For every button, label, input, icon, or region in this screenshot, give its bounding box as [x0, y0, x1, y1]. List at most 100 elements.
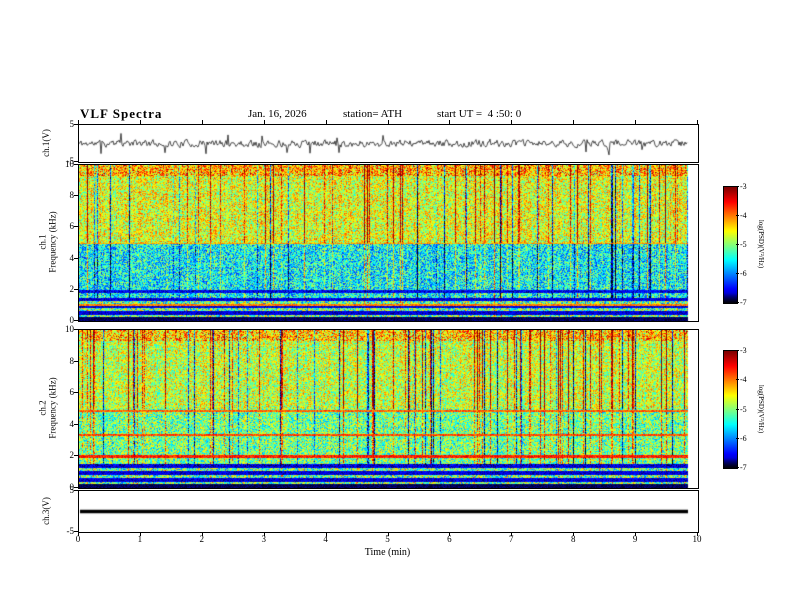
x-tick-mark-top: [573, 120, 575, 124]
colorbar-ch1-label: log(PSD)(V²/Hz): [755, 186, 767, 302]
colorbar-tick-mark: [736, 273, 739, 274]
colorbar-ch2: [723, 350, 738, 469]
ch3-waveform-canvas: [79, 491, 698, 532]
colorbar-ch2-canvas: [724, 351, 737, 468]
figure-date: Jan. 16, 2026: [248, 108, 307, 120]
colorbar-tick-label: -7: [740, 463, 747, 472]
x-tick-mark: [697, 532, 698, 536]
vlf-spectra-figure: VLF Spectra Jan. 16, 2026 station= ATH s…: [0, 0, 792, 612]
x-tick-mark: [325, 532, 327, 536]
x-tick-mark-top: [78, 120, 79, 124]
x-tick-mark: [635, 532, 637, 536]
colorbar-tick-mark: [736, 467, 739, 468]
ylabel-ch1-channel-text: ch.1: [38, 234, 49, 250]
ch2-spectrogram-canvas: [79, 330, 698, 488]
ylabel-ch3-voltage: ch.3(V): [34, 490, 58, 531]
x-tick-mark-top: [635, 120, 637, 124]
colorbar-tick-mark: [736, 215, 739, 216]
colorbar-ch1: [723, 186, 738, 304]
colorbar-ch2-label-text: log(PSD)(V²/Hz): [757, 384, 765, 433]
y-tick-label: 10: [65, 159, 74, 169]
y-tick-label: 10: [65, 324, 74, 334]
figure-station: station= ATH: [343, 108, 403, 120]
colorbar-tick-label: -5: [740, 404, 747, 414]
ylabel-ch1-frequency: ch.1 Frequency (kHz): [36, 164, 60, 320]
y-tick-label: 2: [69, 450, 75, 461]
colorbar-ch1-label-text: log(PSD)(V²/Hz): [757, 219, 765, 269]
x-tick-mark-top: [263, 120, 265, 124]
colorbar-tick-label: -4: [740, 211, 747, 220]
y-tick-label: 5: [69, 119, 75, 129]
x-tick-mark-top: [139, 120, 141, 124]
figure-start-ut: start UT = 4 :50: 0: [437, 108, 522, 120]
x-tick-mark: [139, 532, 141, 536]
x-tick-mark: [449, 532, 451, 536]
x-tick-mark: [201, 532, 203, 536]
x-tick-mark-top: [449, 120, 451, 124]
y-tick-mark: [74, 455, 78, 457]
y-tick-mark: [74, 124, 78, 125]
y-tick-mark: [74, 360, 78, 362]
ch1-waveform-canvas: [79, 125, 698, 162]
y-tick-mark: [74, 195, 78, 197]
colorbar-tick-mark: [736, 350, 739, 351]
x-tick-mark: [511, 532, 513, 536]
colorbar-tick-mark: [736, 244, 739, 245]
x-tick-mark-top: [201, 120, 203, 124]
panel-ch2-spectrogram: [78, 329, 699, 489]
x-tick-mark: [387, 532, 389, 536]
y-tick-mark: [74, 423, 78, 425]
x-tick-mark-top: [697, 120, 698, 124]
ylabel-ch1-voltage-text: ch.1(V): [41, 128, 51, 157]
panel-ch1-spectrogram: [78, 164, 699, 322]
panel-ch3-waveform: [78, 490, 699, 533]
x-tick-mark: [263, 532, 265, 536]
colorbar-ch1-canvas: [724, 187, 737, 303]
y-tick-mark: [74, 490, 78, 491]
x-tick-mark: [573, 532, 575, 536]
colorbar-tick-mark: [736, 408, 739, 410]
colorbar-tick-label: -3: [740, 182, 747, 191]
colorbar-tick-label: -5: [740, 240, 747, 249]
colorbar-tick-mark: [736, 379, 739, 381]
colorbar-tick-mark: [736, 186, 739, 187]
colorbar-tick-label: -7: [740, 298, 747, 307]
x-tick-mark-top: [387, 120, 389, 124]
y-tick-mark: [74, 164, 78, 165]
panel-ch1-waveform: [78, 124, 699, 163]
ylabel-ch3-voltage-text: ch.3(V): [41, 496, 51, 525]
y-tick-mark: [74, 161, 78, 162]
y-tick-label: 8: [69, 355, 75, 366]
y-tick-mark: [74, 392, 78, 394]
colorbar-ch2-label: log(PSD)(V²/Hz): [755, 350, 767, 467]
y-tick-mark: [74, 320, 78, 321]
y-tick-label: -5: [66, 526, 75, 536]
figure-title: VLF Spectra: [80, 106, 163, 121]
x-tick-mark-top: [511, 120, 513, 124]
ch1-spectrogram-canvas: [79, 165, 698, 321]
ylabel-ch2-frequency: ch.2 Frequency (kHz): [36, 329, 60, 487]
y-tick-label: 8: [69, 190, 75, 201]
y-tick-label: 4: [69, 418, 75, 429]
colorbar-tick-label: -4: [740, 375, 747, 385]
y-tick-mark: [74, 257, 78, 259]
colorbar-tick-label: -6: [740, 269, 747, 278]
y-tick-label: 2: [69, 283, 75, 294]
y-tick-mark: [74, 226, 78, 228]
ylabel-ch2-channel-text: ch.2: [38, 400, 49, 416]
y-tick-mark: [74, 329, 78, 330]
y-tick-mark: [74, 288, 78, 290]
x-tick-mark: [78, 532, 79, 536]
y-tick-label: 6: [69, 221, 75, 232]
colorbar-tick-label: -6: [740, 433, 747, 443]
colorbar-tick-label: -3: [740, 346, 747, 355]
y-tick-mark: [74, 487, 78, 488]
y-tick-mark: [74, 531, 78, 532]
colorbar-tick-mark: [736, 302, 739, 303]
y-tick-label: 4: [69, 252, 75, 263]
xaxis-label: Time (min): [364, 547, 411, 558]
colorbar-tick-mark: [736, 437, 739, 439]
y-tick-label: 5: [69, 485, 75, 495]
x-tick-mark-top: [325, 120, 327, 124]
y-tick-label: 6: [69, 387, 75, 398]
